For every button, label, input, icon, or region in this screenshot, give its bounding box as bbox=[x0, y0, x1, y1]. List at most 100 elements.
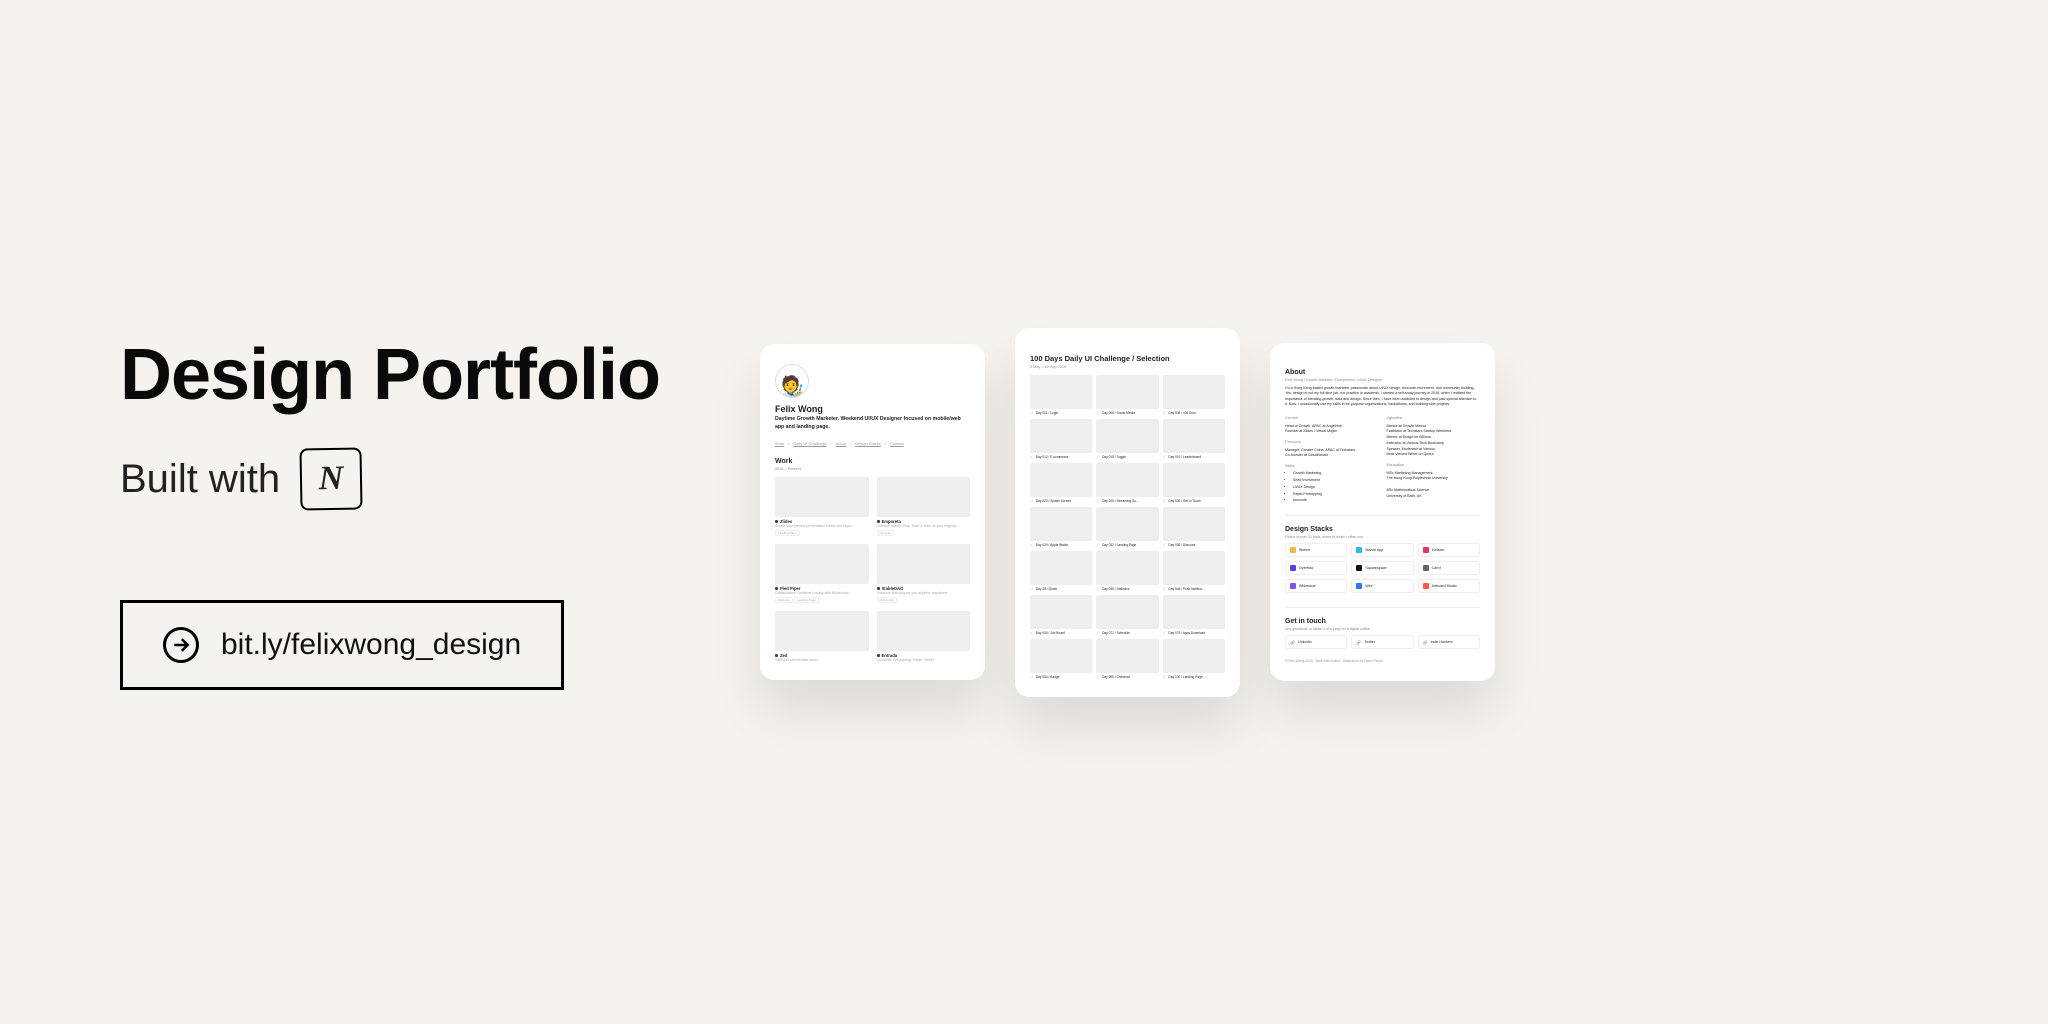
work-range: 2018 – Present bbox=[775, 467, 970, 471]
portfolio-link-text: bit.ly/felixwong_design bbox=[221, 628, 521, 662]
notion-icon: N bbox=[300, 447, 363, 510]
arrow-right-icon bbox=[163, 627, 199, 663]
dailyui-item[interactable]: Day 001 / Login bbox=[1030, 375, 1092, 415]
avatar: 🧑‍🎨 bbox=[775, 364, 809, 398]
stack-icon bbox=[1423, 583, 1429, 589]
dailyui-item[interactable]: Day 045 / Statistics bbox=[1096, 551, 1158, 591]
dailyui-item[interactable]: Day 006 / Social Media bbox=[1096, 375, 1158, 415]
dailyui-item[interactable]: Day 084 / Badge bbox=[1030, 639, 1092, 679]
work-item[interactable]: Emporeta Connect. Match. Play. Save & le… bbox=[877, 477, 971, 536]
built-with-text: Built with bbox=[120, 457, 280, 502]
dailyui-item[interactable]: Day 074 / Apps Download bbox=[1163, 595, 1225, 635]
stack-icon bbox=[1290, 583, 1296, 589]
stack-icon bbox=[1423, 565, 1429, 571]
nav-link[interactable]: Contact bbox=[890, 441, 904, 446]
stack-icon bbox=[1356, 565, 1362, 571]
dailyui-thumb bbox=[1163, 639, 1225, 673]
work-thumb bbox=[775, 544, 869, 584]
preview-panel-profile: 🧑‍🎨 Felix Wong Daytime Growth Marketer. … bbox=[760, 344, 985, 680]
dailyui-thumb bbox=[1096, 463, 1158, 497]
about-body: I'm a Hong Kong-based growth marketer pa… bbox=[1285, 386, 1480, 408]
nav-link[interactable]: Daily UI Challenge bbox=[793, 441, 826, 446]
work-item[interactable]: Zed Safe and comfortable travel bbox=[775, 611, 869, 662]
dailyui-item[interactable]: Day 38 / Quote bbox=[1030, 551, 1092, 591]
dailyui-item[interactable]: Day 095 / Checkout bbox=[1096, 639, 1158, 679]
dailyui-thumb bbox=[1030, 595, 1092, 629]
dailyui-thumb bbox=[1030, 375, 1092, 409]
stack-chip[interactable]: Wire bbox=[1351, 579, 1413, 593]
dailyui-thumb bbox=[1030, 463, 1092, 497]
dailyui-thumb bbox=[1030, 639, 1092, 673]
dailyui-item[interactable]: Day 071 / Schedule bbox=[1096, 595, 1158, 635]
nav-link[interactable]: About bbox=[836, 441, 846, 446]
work-thumb bbox=[877, 477, 971, 517]
stack-chip[interactable]: InVision bbox=[1418, 543, 1480, 557]
dailyui-thumb bbox=[1163, 595, 1225, 629]
dailyui-thumb bbox=[1096, 595, 1158, 629]
work-heading: Work bbox=[775, 458, 970, 465]
dailyui-thumb bbox=[1163, 463, 1225, 497]
profile-tagline: Daytime Growth Marketer. Weekend UI/UX D… bbox=[775, 416, 970, 431]
work-item[interactable]: Zlides Create your perfect presentation … bbox=[775, 477, 869, 536]
dailyui-item[interactable]: Day 050 / Job Board bbox=[1030, 595, 1092, 635]
dailyui-grid: Day 001 / Login Day 006 / Social Media D… bbox=[1030, 375, 1225, 679]
profile-nav: Work / Daily UI Challenge / About / Desi… bbox=[775, 441, 970, 446]
dailyui-thumb bbox=[1030, 551, 1092, 585]
portfolio-link-button[interactable]: bit.ly/felixwong_design bbox=[120, 600, 564, 690]
dailyui-item[interactable]: Day 019 / Leaderboard bbox=[1163, 419, 1225, 459]
preview-panel-dailyui: 100 Days Daily UI Challenge / Selection … bbox=[1015, 328, 1240, 697]
dailyui-thumb bbox=[1163, 419, 1225, 453]
stack-icon bbox=[1423, 547, 1429, 553]
contact-chip[interactable]: LinkedIn bbox=[1285, 635, 1347, 649]
stacks-grid: Sketch Marvel App InVision Overflow Squa… bbox=[1285, 543, 1480, 593]
dailyui-item[interactable]: Day 048 / Push Notifica… bbox=[1163, 551, 1225, 591]
dailyui-item[interactable]: Day 012 / E-commerce bbox=[1030, 419, 1092, 459]
dailyui-item[interactable]: Day 028 / Get In Touch bbox=[1163, 463, 1225, 503]
work-thumb bbox=[775, 611, 869, 651]
nav-link[interactable]: Work bbox=[775, 441, 784, 446]
dailyui-thumb bbox=[1030, 419, 1092, 453]
stack-icon bbox=[1290, 547, 1296, 553]
dailyui-thumb bbox=[1096, 507, 1158, 541]
work-thumb bbox=[877, 544, 971, 584]
dailyui-thumb bbox=[1096, 639, 1158, 673]
contact-chip[interactable]: Twitter bbox=[1351, 635, 1413, 649]
contact-chip[interactable]: Indie Hackers bbox=[1418, 635, 1480, 649]
about-columns: Current Head of Growth, APAC at AngelHub… bbox=[1285, 411, 1480, 505]
dailyui-item[interactable]: Day 032 / Landing Page bbox=[1096, 507, 1158, 547]
stack-chip[interactable]: Marvel App bbox=[1351, 543, 1413, 557]
dailyui-thumb bbox=[1163, 375, 1225, 409]
stack-chip[interactable]: Artboard Studio bbox=[1418, 579, 1480, 593]
dailyui-item[interactable]: Day 015 / Toggle bbox=[1096, 419, 1158, 459]
touch-subtitle: Any questions or ideas? Let's jump on a … bbox=[1285, 627, 1480, 631]
stack-chip[interactable]: Carrd bbox=[1418, 561, 1480, 575]
stack-icon bbox=[1290, 565, 1296, 571]
stack-chip[interactable]: Overflow bbox=[1285, 561, 1347, 575]
work-item[interactable]: StableDAO Solutions that support you any… bbox=[877, 544, 971, 603]
stack-chip[interactable]: Squarespace bbox=[1351, 561, 1413, 575]
dailyui-thumb bbox=[1030, 507, 1092, 541]
work-item[interactable]: Pied Piper Collaborative Customer Loyalt… bbox=[775, 544, 869, 603]
work-item[interactable]: Entrada Customer Onboarding. Faster. Bet… bbox=[877, 611, 971, 662]
work-grid: Zlides Create your perfect presentation … bbox=[775, 477, 970, 662]
dailyui-title: 100 Days Daily UI Challenge / Selection bbox=[1030, 354, 1225, 363]
dailyui-thumb bbox=[1096, 375, 1158, 409]
profile-name: Felix Wong bbox=[775, 404, 970, 414]
stack-chip[interactable]: Whimsical bbox=[1285, 579, 1347, 593]
footer-text: ©Felix Wong 2020 · Built with Notion · I… bbox=[1285, 659, 1480, 663]
dailyui-item[interactable]: Day 036 / Discount bbox=[1163, 507, 1225, 547]
preview-panel-about: About Felix Wong / Growth Marketer, Entr… bbox=[1270, 343, 1495, 681]
nav-link[interactable]: Design Stacks bbox=[855, 441, 881, 446]
dailyui-item[interactable]: Day 025 / Streaming So… bbox=[1096, 463, 1158, 503]
dailyui-thumb bbox=[1096, 551, 1158, 585]
stacks-subtitle: Fluent in over 30 tools, some of which I… bbox=[1285, 535, 1480, 539]
dailyui-thumb bbox=[1163, 507, 1225, 541]
dailyui-item[interactable]: Day 008 / 404 Error bbox=[1163, 375, 1225, 415]
stack-chip[interactable]: Sketch bbox=[1285, 543, 1347, 557]
dailyui-item[interactable]: Day 020 / Splash Screen bbox=[1030, 463, 1092, 503]
dailyui-range: 9 May – 16 Sep 2019 bbox=[1030, 365, 1225, 369]
dailyui-item[interactable]: Day 100 / Landing Page… bbox=[1163, 639, 1225, 679]
dailyui-item[interactable]: Day 029 / Apple Watch bbox=[1030, 507, 1092, 547]
work-thumb bbox=[877, 611, 971, 651]
touch-grid: LinkedIn Twitter Indie Hackers bbox=[1285, 635, 1480, 649]
